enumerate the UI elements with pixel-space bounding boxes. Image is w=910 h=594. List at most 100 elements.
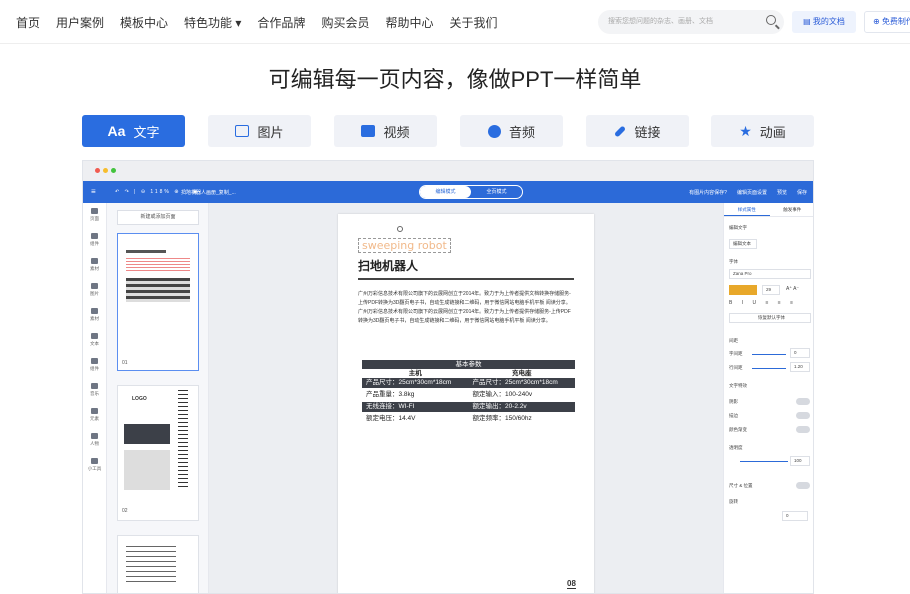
link-icon: [614, 124, 627, 138]
size-position-toggle[interactable]: [796, 482, 810, 489]
page-thumbnail-2[interactable]: LOGO 02: [117, 385, 199, 521]
toolbar-right: 有图片内容保存? 编辑页面设置 预览 保存: [689, 189, 807, 196]
nav-cases[interactable]: 用户案例: [56, 14, 104, 31]
page-body-text[interactable]: 广州万彩信息技术有限公司旗下的云展网创立于2014年。致力于为上传者提供文档转换…: [358, 290, 572, 326]
page-thumbnail-3[interactable]: [117, 535, 199, 593]
reset-font-button[interactable]: 恢复默认字体: [729, 313, 811, 323]
shadow-toggle[interactable]: [796, 398, 810, 405]
free-create-button[interactable]: ⊕ 免费制作: [864, 11, 910, 33]
line-spacing-value[interactable]: 1.20: [790, 362, 810, 372]
line-spacing-slider[interactable]: [752, 368, 786, 369]
minimize-dot[interactable]: [103, 168, 108, 173]
letter-spacing-slider[interactable]: [752, 354, 786, 355]
tools-icon: [91, 458, 98, 464]
save-button[interactable]: 保存: [797, 189, 807, 196]
rail-components[interactable]: 组件: [83, 228, 106, 253]
rail-widgets[interactable]: 组件: [83, 353, 106, 378]
rail-materials[interactable]: 素材: [83, 303, 106, 328]
nav-partners[interactable]: 合作品牌: [257, 14, 305, 31]
nav-membership[interactable]: 购买会员: [321, 14, 369, 31]
material-icon: [91, 308, 98, 314]
tab-animation-label: 动画: [759, 124, 786, 140]
thumb-title: [126, 250, 166, 253]
tab-style[interactable]: 样式属性: [724, 203, 770, 216]
close-dot[interactable]: [95, 168, 100, 173]
rail-music[interactable]: 音乐: [83, 378, 106, 403]
tab-animation[interactable]: ★ 动画: [711, 115, 814, 147]
font-select[interactable]: Zana Pro: [729, 269, 811, 279]
gradient-toggle[interactable]: [796, 426, 810, 433]
opacity-label: 透明度: [729, 445, 743, 450]
tab-audio[interactable]: 音频: [460, 115, 563, 147]
nav-templates[interactable]: 模板中心: [120, 14, 168, 31]
rotate-value[interactable]: 0: [782, 511, 808, 521]
page-number-label: 01: [122, 360, 128, 366]
opacity-value[interactable]: 100: [790, 456, 810, 466]
spec-row: 无线连接：WI-FI 额定输出：20-2.2v: [362, 402, 575, 412]
tab-link[interactable]: 链接: [586, 115, 689, 147]
thumb-logo: LOGO: [132, 396, 147, 402]
tab-events[interactable]: 触发事件: [770, 203, 814, 216]
spec-row: 额定电压：14.4V 额定频率：150/60hz: [362, 412, 575, 426]
rail-tools[interactable]: 小工具: [83, 453, 106, 478]
nav-features[interactable]: 特色功能 ▾: [184, 14, 241, 31]
font-size-select[interactable]: 29: [762, 285, 780, 295]
search-icon[interactable]: [766, 15, 776, 25]
rail-label: 组件: [90, 366, 99, 371]
my-docs-label: 我的文档: [812, 17, 845, 26]
text-effect-label: 文字特效: [729, 383, 747, 388]
tab-video[interactable]: 视频: [334, 115, 437, 147]
page-settings-button[interactable]: 编辑页面设置: [737, 189, 767, 196]
rail-text[interactable]: 文本: [83, 328, 106, 353]
nav-home[interactable]: 首页: [16, 14, 40, 31]
page-number: 08: [567, 579, 576, 589]
search-input[interactable]: 搜索您想问题的杂志、画册、文档: [598, 10, 784, 34]
image-icon: [235, 125, 250, 137]
asset-icon: [91, 258, 98, 264]
spec-cell: 无线连接：WI-FI: [366, 403, 415, 410]
spec-cell: 额定频率：150/60hz: [472, 415, 532, 422]
document-name[interactable]: 扫地机器人画册_复制_...: [181, 189, 236, 196]
mode-edit[interactable]: 编辑模式: [420, 186, 471, 198]
feature-tabs: Aa 文字 图片 视频 音频 链接 ★ 动画: [82, 115, 814, 147]
title-underline: [358, 278, 574, 280]
opacity-slider[interactable]: [740, 461, 788, 462]
rail-pages[interactable]: 页面: [83, 203, 106, 228]
page-thumbnail-1[interactable]: 01: [117, 233, 199, 371]
selected-text-box[interactable]: sweeping robot: [358, 238, 451, 253]
rail-label: 页面: [90, 216, 99, 221]
tab-image[interactable]: 图片: [208, 115, 311, 147]
rail-elements[interactable]: 元素: [83, 403, 106, 428]
font-size-buttons[interactable]: A⁺ A⁻: [786, 286, 799, 292]
tab-image-label: 图片: [257, 124, 284, 140]
text-format-icons[interactable]: B I U ≡ ≡ ≡: [729, 300, 797, 306]
menu-icon[interactable]: ≡: [91, 187, 96, 196]
nav-help[interactable]: 帮助中心: [385, 14, 433, 31]
rail-people[interactable]: 人物: [83, 428, 106, 453]
rotate-handle[interactable]: [397, 226, 403, 232]
text-icon: Aa: [107, 123, 126, 139]
preview-button[interactable]: 预览: [777, 189, 787, 196]
mode-preview[interactable]: 全页模式: [471, 186, 522, 198]
component-icon: [91, 233, 98, 239]
page-title[interactable]: 扫地机器人: [358, 257, 418, 274]
edit-text-button[interactable]: 编辑文本: [729, 239, 757, 249]
rail-assets[interactable]: 素材: [83, 253, 106, 278]
plus-icon: ⊕: [873, 17, 880, 26]
nav-links: 首页 用户案例 模板中心 特色功能 ▾ 合作品牌 购买会员 帮助中心 关于我们: [16, 14, 497, 31]
add-page-button[interactable]: 新建或添加页面: [117, 210, 199, 225]
letter-spacing-value[interactable]: 0: [790, 348, 810, 358]
spec-row: 产品重量：3.8kg 额定输入：100-240v: [362, 388, 575, 402]
tab-text[interactable]: Aa 文字: [82, 115, 185, 147]
spec-row: 产品尺寸：25cm*30cm*18cm 产品尺寸：25cm*30cm*18cm: [362, 378, 575, 388]
rail-images[interactable]: 图片: [83, 278, 106, 303]
nav-about[interactable]: 关于我们: [449, 14, 497, 31]
spec-table[interactable]: 基本参数 主机 充电座 产品尺寸：25cm*30cm*18cm 产品尺寸：25cm*…: [362, 360, 575, 426]
line-spacing-label: 行间距: [729, 365, 743, 370]
editor-toolbar: ≡ ↶ ↷ | ⊖ 118% ⊕ ⛶ ▣ 扫地机器人画册_复制_... 编辑模式…: [83, 181, 813, 203]
color-swatch[interactable]: [729, 285, 757, 295]
my-docs-button[interactable]: ▤ 我的文档: [792, 11, 856, 33]
maximize-dot[interactable]: [111, 168, 116, 173]
stroke-toggle[interactable]: [796, 412, 810, 419]
letter-spacing-label: 字间距: [729, 351, 743, 356]
